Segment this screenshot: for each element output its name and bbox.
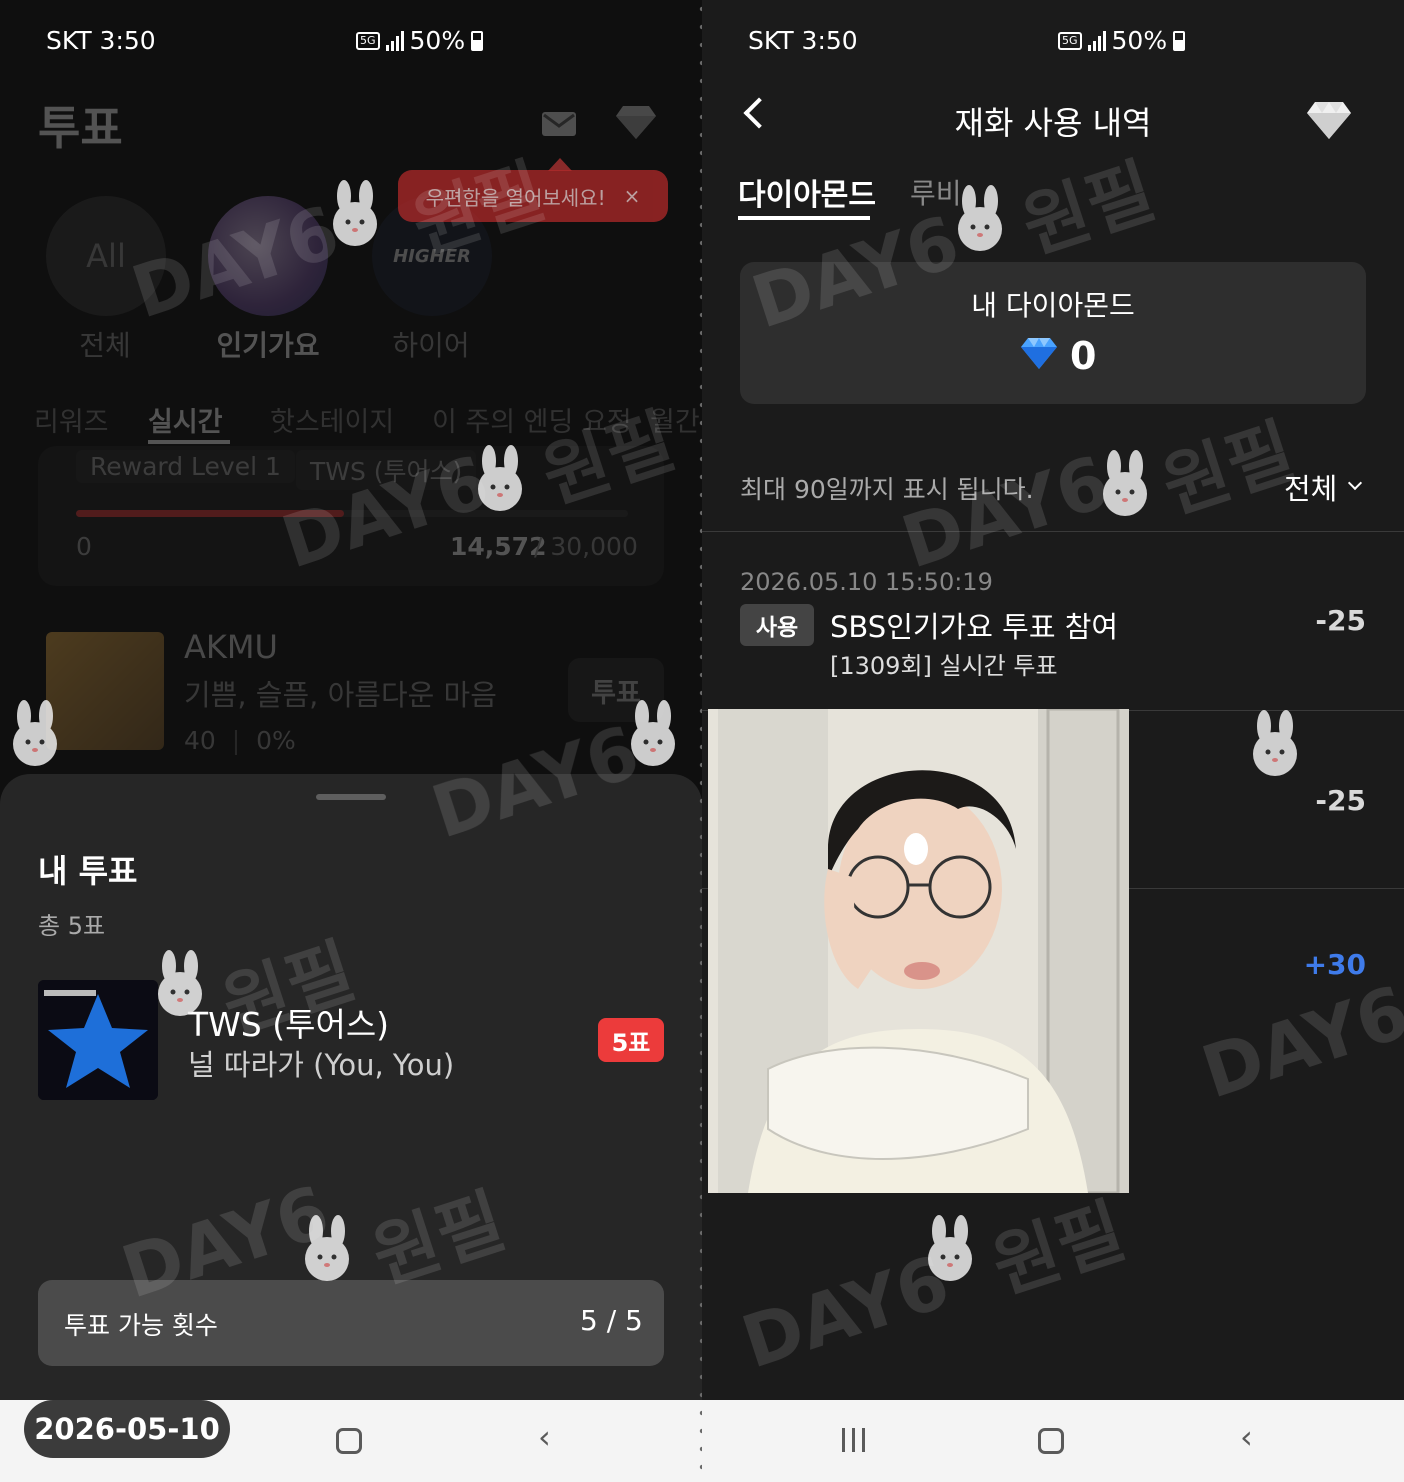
divider <box>702 531 1404 532</box>
wallet-label: 내 다이아몬드 <box>971 289 1135 322</box>
tab-indicator <box>148 440 230 444</box>
tooltip-close-icon[interactable]: × <box>624 184 641 208</box>
voted-song: 널 따라가 (You, You) <box>188 1048 455 1082</box>
reward-artist: TWS (투어스) <box>296 450 477 490</box>
page-title: 투표 <box>38 101 123 155</box>
diamond-icon[interactable] <box>1306 100 1352 140</box>
5g-icon: 5G <box>1058 31 1082 50</box>
available-votes-label: 투표 가능 횟수 <box>64 1311 218 1340</box>
filter-dropdown[interactable]: 전체 <box>1284 466 1337 508</box>
vote-button[interactable]: 투표 <box>568 658 664 722</box>
progress-current: 14,572 <box>450 532 547 561</box>
category-all[interactable]: All <box>46 196 166 316</box>
tab-realtime[interactable]: 실시간 <box>148 400 223 439</box>
nav-bar: ‹ <box>702 1400 1404 1482</box>
progress-fill <box>76 510 344 517</box>
total-votes: 총 5표 <box>38 912 106 940</box>
available-votes-count: 5 / 5 <box>580 1304 643 1337</box>
carrier-time: SKT 3:50 <box>46 26 156 55</box>
candidate-artist: AKMU <box>184 628 278 666</box>
transaction-amount: -25 <box>1315 784 1366 817</box>
battery-icon <box>471 30 484 51</box>
candidate-song: 기쁨, 슬픔, 아름다운 마음 <box>184 678 497 712</box>
recents-icon[interactable] <box>842 1428 865 1452</box>
blue-diamond-icon <box>1021 338 1057 369</box>
tab-rewards[interactable]: 리워즈 <box>34 400 109 439</box>
category-label-inkigayo: 인기가요 <box>216 329 320 362</box>
carrier-time: SKT 3:50 <box>748 26 858 55</box>
candidate-stats: 40 | 0% <box>184 726 296 755</box>
status-icons: 5G 50% <box>1058 26 1186 55</box>
reward-level: Reward Level 1 <box>76 450 295 483</box>
category-inkigayo[interactable] <box>208 196 328 316</box>
tab-ending-fairy[interactable]: 이 주의 엔딩 요정 <box>432 400 632 439</box>
date-label: 2026-05-10 <box>24 1400 230 1458</box>
transaction-tag: 사용 <box>740 604 814 646</box>
home-icon[interactable] <box>1038 1428 1064 1454</box>
sheet-title: 내 투표 <box>38 852 138 890</box>
tab-diamond[interactable]: 다이아몬드 <box>738 170 876 214</box>
chevron-down-icon[interactable] <box>1347 475 1363 491</box>
period-notice: 최대 90일까지 표시 됩니다. <box>740 475 1034 504</box>
status-bar: SKT 3:50 5G 50% <box>702 22 1404 62</box>
tab-indicator <box>738 216 870 220</box>
category-label-all: 전체 <box>79 329 131 362</box>
transaction-date: 2026.05.10 15:50:19 <box>740 568 993 596</box>
5g-icon: 5G <box>356 31 380 50</box>
transaction-subtitle: [1309회] 실시간 투표 <box>830 652 1058 680</box>
home-icon[interactable] <box>336 1428 362 1454</box>
transaction-amount: +30 <box>1303 948 1366 981</box>
vote-count-badge: 5표 <box>598 1018 664 1062</box>
signal-icon <box>385 30 404 51</box>
vote-tabs: 리워즈 실시간 핫스테이지 이 주의 엔딩 요정 월간 <box>0 400 702 446</box>
portrait-photo <box>708 709 1129 1193</box>
progress-max: / 30,000 <box>534 532 638 561</box>
wallet-amount: 0 <box>1070 334 1097 378</box>
page-title: 재화 사용 내역 <box>954 104 1152 142</box>
status-bar: SKT 3:50 5G 50% <box>0 22 702 62</box>
tooltip-text: 우편함을 열어보세요! <box>425 185 606 210</box>
diamond-icon[interactable] <box>615 104 657 140</box>
battery-icon <box>1173 30 1186 51</box>
tab-ruby[interactable]: 루비 <box>910 172 962 212</box>
album-cover-tws <box>38 980 158 1100</box>
battery-percent: 50% <box>409 26 466 55</box>
signal-icon <box>1087 30 1106 51</box>
battery-percent: 50% <box>1111 26 1168 55</box>
tab-hot-stage[interactable]: 핫스테이지 <box>270 400 394 439</box>
back-nav-icon[interactable]: ‹ <box>538 1418 551 1456</box>
currency-history-screen: SKT 3:50 5G 50% 재화 사용 내역 다이아몬드 루비 내 다이아몬… <box>702 0 1404 1482</box>
status-icons: 5G 50% <box>356 26 484 55</box>
mailbox-tooltip[interactable]: 우편함을 열어보세요! × <box>398 170 668 222</box>
transaction-title: SBS인기가요 투표 참여 <box>830 610 1119 644</box>
tab-monthly[interactable]: 월간 <box>650 400 700 439</box>
vote-screen: SKT 3:50 5G 50% 투표 All HIGHER 전체 인기가요 하이… <box>0 0 702 1482</box>
progress-min: 0 <box>76 532 92 561</box>
back-nav-icon[interactable]: ‹ <box>1240 1418 1253 1456</box>
mail-icon[interactable] <box>542 112 576 136</box>
voted-artist: TWS (투어스) <box>188 1005 390 1044</box>
transaction-amount: -25 <box>1315 604 1366 637</box>
sheet-handle[interactable] <box>316 794 386 800</box>
category-label-higher: 하이어 <box>392 329 470 362</box>
album-cover-akmu <box>46 632 164 750</box>
